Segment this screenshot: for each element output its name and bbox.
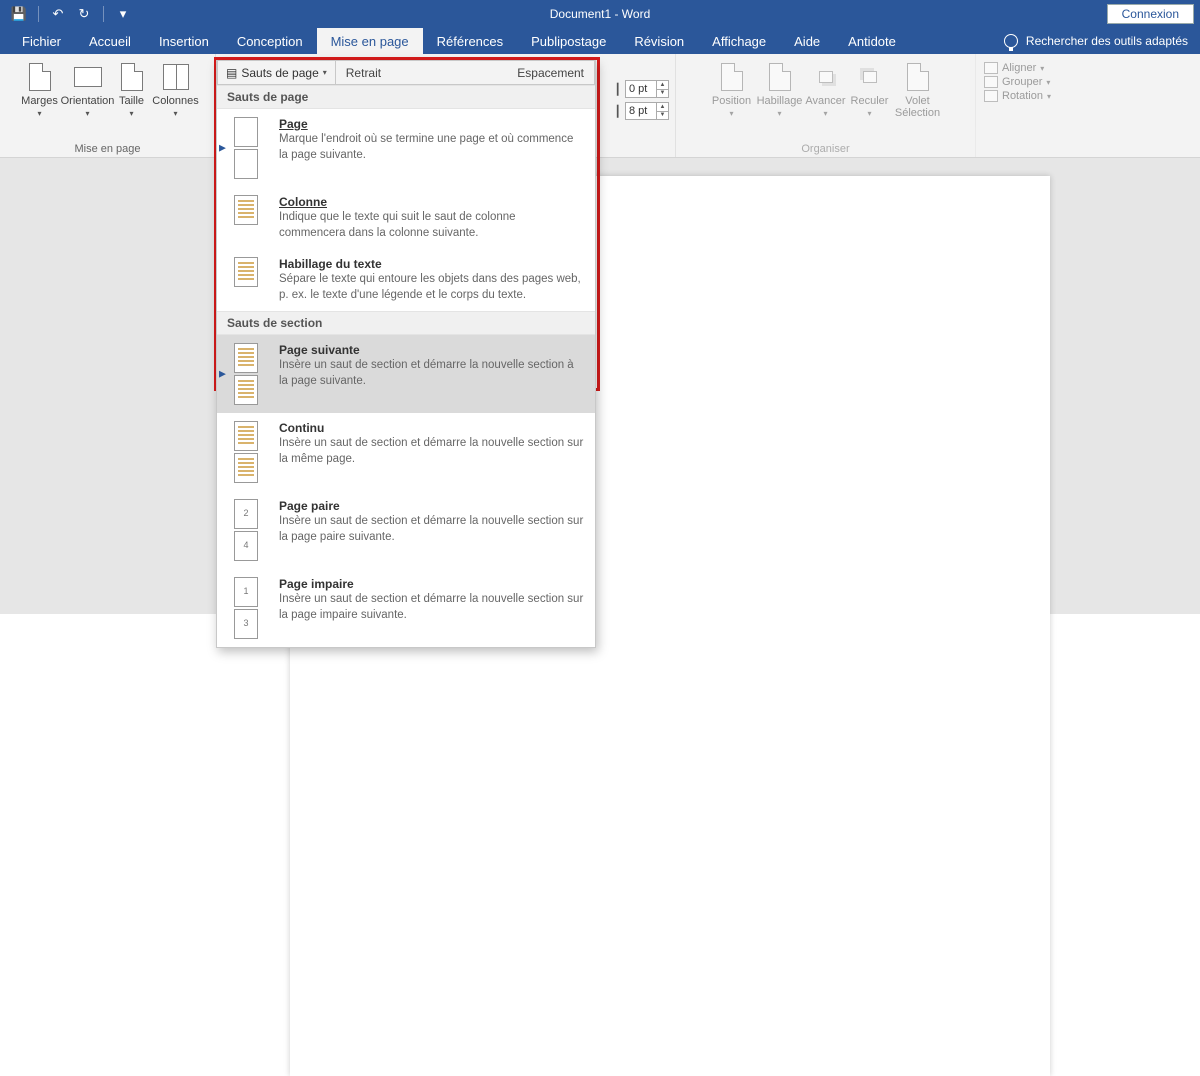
breaks-button[interactable]: ▤ Sauts de page ▾ (218, 61, 336, 84)
group-mise-en-page: Marges▾ Orientation▾ Taille▾ Colonnes▾ M… (0, 54, 216, 157)
align-icon (984, 62, 998, 74)
tab-publipostage[interactable]: Publipostage (517, 28, 620, 54)
size-icon (121, 63, 143, 91)
group-organiser: Position▾ Habillage▾ Avancer▾ Reculer▾ V… (676, 54, 976, 157)
tab-conception[interactable]: Conception (223, 28, 317, 54)
menu-item-continu[interactable]: ContinuInsère un saut de section et déma… (217, 413, 595, 491)
redo-button[interactable]: ↻ (73, 3, 95, 25)
avancer-button[interactable]: Avancer▾ (804, 58, 848, 119)
tab-references[interactable]: Références (423, 28, 517, 54)
menu-item-page-suivante[interactable]: ▶ Page suivanteInsère un saut de section… (217, 335, 595, 413)
rotate-icon (984, 90, 998, 102)
window-title: Document1 - Word (550, 7, 650, 21)
dropdown-header: ▤ Sauts de page ▾ Retrait Espacement (217, 61, 595, 85)
next-page-icon-2 (234, 375, 258, 405)
quick-access-toolbar: 💾 ↶ ↻ ▾ (0, 3, 134, 25)
group-align: Aligner ▾ Grouper ▾ Rotation ▾ (976, 54, 1076, 157)
qat-customize[interactable]: ▾ (112, 3, 134, 25)
continuous-icon (234, 421, 258, 451)
menu-item-page[interactable]: ▶ PageMarque l'endroit où se termine une… (217, 109, 595, 187)
breaks-dropdown: ▤ Sauts de page ▾ Retrait Espacement Sau… (216, 60, 596, 648)
lightbulb-icon (1004, 34, 1018, 48)
taille-button[interactable]: Taille▾ (112, 58, 152, 119)
espacement-label: Espacement (507, 66, 594, 80)
tab-antidote[interactable]: Antidote (834, 28, 910, 54)
odd-page-icon (234, 577, 258, 607)
tab-affichage[interactable]: Affichage (698, 28, 780, 54)
aligner-button[interactable]: Aligner ▾ (984, 62, 1051, 74)
send-backward-icon (863, 71, 877, 83)
group-label: Mise en page (0, 143, 215, 155)
menu-section-section-breaks: Sauts de section (217, 311, 595, 335)
menu-item-habillage[interactable]: Habillage du texteSépare le texte qui en… (217, 249, 595, 311)
menu-item-page-impaire[interactable]: Page impaireInsère un saut de section et… (217, 569, 595, 647)
menu-section-page-breaks: Sauts de page (217, 85, 595, 109)
tell-me-label: Rechercher des outils adaptés (1026, 34, 1188, 48)
spacing-before-input[interactable]: 0 pt ▲▼ (625, 80, 669, 98)
grouper-button[interactable]: Grouper ▾ (984, 76, 1051, 88)
rotation-button[interactable]: Rotation ▾ (984, 90, 1051, 102)
position-icon (721, 63, 743, 91)
save-button[interactable]: 💾 (8, 3, 30, 25)
margins-icon (29, 63, 51, 91)
selection-pane-icon (907, 63, 929, 91)
orientation-icon (74, 67, 102, 87)
tab-aide[interactable]: Aide (780, 28, 834, 54)
signin-button[interactable]: Connexion (1107, 4, 1194, 24)
tab-revision[interactable]: Révision (620, 28, 698, 54)
even-page-icon-2 (234, 531, 258, 561)
retrait-label: Retrait (336, 66, 508, 80)
continuous-icon-2 (234, 453, 258, 483)
reculer-button[interactable]: Reculer▾ (848, 58, 892, 119)
orientation-button[interactable]: Orientation▾ (64, 58, 112, 119)
volet-selection-button[interactable]: Volet Sélection (892, 58, 944, 119)
habillage-button[interactable]: Habillage▾ (756, 58, 804, 119)
next-page-icon (234, 343, 258, 373)
title-bar: 💾 ↶ ↻ ▾ Document1 - Word Connexion (0, 0, 1200, 28)
tab-accueil[interactable]: Accueil (75, 28, 145, 54)
ribbon: Marges▾ Orientation▾ Taille▾ Colonnes▾ M… (0, 54, 1200, 158)
undo-button[interactable]: ↶ (47, 3, 69, 25)
breaks-icon: ▤ (226, 66, 237, 80)
tab-insertion[interactable]: Insertion (145, 28, 223, 54)
position-button[interactable]: Position▾ (708, 58, 756, 119)
bring-forward-icon (819, 71, 833, 83)
colonnes-button[interactable]: Colonnes▾ (152, 58, 200, 119)
tab-fichier[interactable]: Fichier (8, 28, 75, 54)
document-area[interactable] (0, 158, 1200, 614)
columns-icon (163, 64, 189, 90)
spacing-after-input[interactable]: 8 pt ▲▼ (625, 102, 669, 120)
group-icon (984, 76, 998, 88)
column-break-icon (234, 195, 258, 225)
wrap-icon (769, 63, 791, 91)
menu-item-page-paire[interactable]: Page paireInsère un saut de section et d… (217, 491, 595, 569)
menu-item-colonne[interactable]: ColonneIndique que le texte qui suit le … (217, 187, 595, 249)
even-page-icon (234, 499, 258, 529)
text-wrap-break-icon (234, 257, 258, 287)
tell-me[interactable]: Rechercher des outils adaptés (1004, 28, 1200, 54)
tab-mise-en-page[interactable]: Mise en page (317, 28, 423, 54)
page-break-icon-2 (234, 149, 258, 179)
marges-button[interactable]: Marges▾ (16, 58, 64, 119)
page-break-icon (234, 117, 258, 147)
ribbon-tabs: Fichier Accueil Insertion Conception Mis… (0, 28, 1200, 54)
group-label-organiser: Organiser (676, 143, 975, 155)
